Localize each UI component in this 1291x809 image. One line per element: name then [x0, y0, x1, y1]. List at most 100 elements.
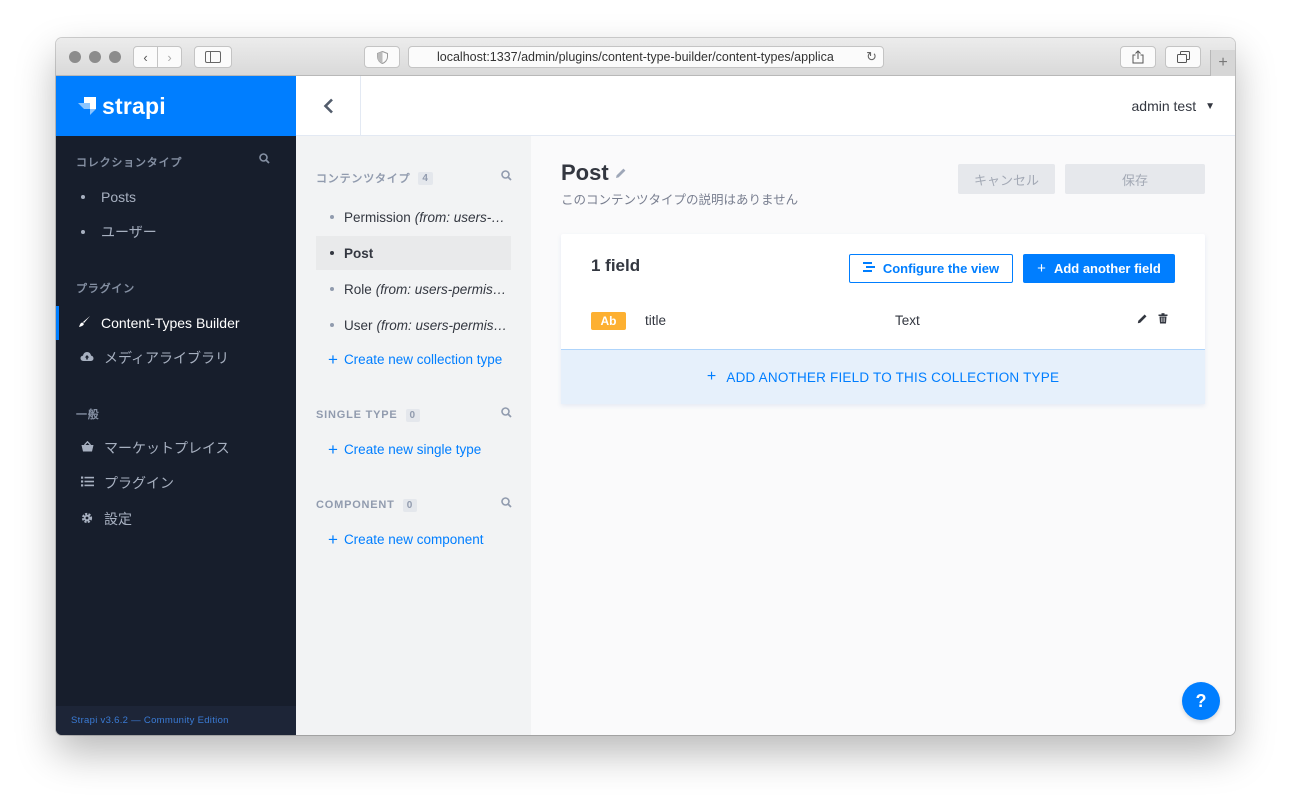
share-button[interactable]	[1120, 46, 1156, 68]
create-link-label: Create new component	[343, 531, 484, 547]
content-types-subnav: コンテンツタイプ 4 Permission (from: users-permi…	[296, 136, 531, 735]
bullet-icon	[330, 215, 334, 219]
nav-item-settings[interactable]: 設定	[56, 502, 296, 536]
bullet-icon	[330, 323, 334, 327]
nav-item-users[interactable]: ユーザー	[56, 215, 296, 249]
single-types-count-badge: 0	[405, 408, 420, 422]
search-icon[interactable]	[259, 153, 270, 167]
components-label: COMPONENT	[316, 499, 395, 511]
nav-item-label: 設定	[104, 511, 132, 527]
content-type-item-post[interactable]: Post	[316, 236, 511, 270]
create-collection-type-link[interactable]: + Create new collection type	[328, 349, 518, 369]
add-field-to-collection-button[interactable]: + ADD ANOTHER FIELD TO THIS COLLECTION T…	[561, 349, 1205, 404]
nav-item-plugins[interactable]: プラグイン	[56, 466, 296, 500]
show-tabs-button[interactable]	[1165, 46, 1201, 68]
content-type-name: Permission	[344, 209, 411, 225]
browser-window: ‹ › localhost:1337/admin/plugins/content…	[56, 38, 1235, 735]
add-another-field-button[interactable]: + Add another field	[1023, 254, 1175, 283]
minimize-window-button[interactable]	[89, 51, 101, 63]
plus-icon: +	[328, 349, 338, 369]
create-single-type-link[interactable]: + Create new single type	[328, 439, 518, 459]
browser-back-button[interactable]: ‹	[133, 46, 158, 68]
brand-header[interactable]: strapi	[56, 76, 296, 136]
gear-icon	[80, 512, 94, 527]
plus-icon: +	[706, 368, 717, 385]
version-footer: Strapi v3.6.2 — Community Edition	[56, 706, 296, 735]
search-icon[interactable]	[501, 170, 512, 184]
new-tab-button[interactable]: +	[1210, 50, 1235, 76]
table-row[interactable]: Ab title Text	[561, 304, 1205, 350]
close-window-button[interactable]	[69, 51, 81, 63]
general-label: 一般	[76, 409, 100, 421]
content-types-heading: コンテンツタイプ 4	[316, 170, 512, 186]
search-icon[interactable]	[501, 407, 512, 421]
brand-name: strapi	[102, 92, 166, 119]
help-button[interactable]: ?	[1182, 682, 1220, 720]
back-button[interactable]	[296, 76, 361, 136]
add-field-bar-label: ADD ANOTHER FIELD TO THIS COLLECTION TYP…	[726, 369, 1060, 385]
cancel-button[interactable]: キャンセル	[958, 164, 1055, 194]
single-types-label: SINGLE TYPE	[316, 409, 398, 421]
bullet-icon	[330, 251, 334, 255]
field-count-heading: 1 field	[591, 256, 641, 275]
content-type-item-role[interactable]: Role (from: users-permissions)	[316, 272, 511, 306]
search-icon[interactable]	[501, 497, 512, 511]
content-type-origin: (from: users-permissions)	[375, 281, 511, 297]
main-navigation: strapi コレクションタイプ Posts ユーザー プラグイン Conten…	[56, 76, 296, 735]
field-name: title	[645, 313, 667, 328]
browser-toolbar: ‹ › localhost:1337/admin/plugins/content…	[56, 38, 1235, 76]
pencil-icon[interactable]	[1137, 313, 1148, 327]
top-header: admin test ▼	[296, 76, 1235, 136]
nav-item-marketplace[interactable]: マーケットプレイス	[56, 431, 296, 465]
chevron-right-icon: ›	[167, 49, 172, 65]
reload-icon[interactable]: ↻	[866, 47, 877, 67]
browser-forward-button[interactable]: ›	[157, 46, 182, 68]
page-title: Post	[561, 160, 609, 185]
tabs-icon	[1176, 51, 1190, 63]
plugins-heading: プラグイン	[76, 280, 276, 296]
add-field-label: Add another field	[1053, 261, 1161, 276]
bullet-icon	[81, 195, 85, 199]
layout-icon	[862, 262, 875, 275]
user-name: admin test	[1131, 98, 1197, 114]
user-menu[interactable]: admin test ▼	[1132, 76, 1216, 136]
content-type-item-permission[interactable]: Permission (from: users-permissions)	[316, 200, 511, 234]
general-heading: 一般	[76, 406, 276, 422]
nav-item-posts[interactable]: Posts	[56, 180, 296, 214]
paintbrush-icon	[77, 315, 91, 331]
configure-view-button[interactable]: Configure the view	[849, 254, 1013, 283]
configure-view-label: Configure the view	[882, 261, 1000, 276]
text-field-type-icon: Ab	[591, 312, 626, 330]
browser-sidebar-button[interactable]	[194, 46, 232, 68]
nav-item-label: メディアライブラリ	[104, 350, 230, 366]
collection-types-heading: コレクションタイプ	[76, 153, 276, 170]
create-link-label: Create new single type	[343, 441, 482, 457]
pencil-icon[interactable]	[615, 167, 627, 182]
components-count-badge: 0	[402, 498, 418, 512]
trash-icon[interactable]	[1158, 313, 1168, 327]
single-types-heading: SINGLE TYPE 0	[316, 407, 512, 423]
content-type-name: User	[344, 317, 373, 333]
plugins-label: プラグイン	[76, 283, 135, 295]
share-icon	[1132, 50, 1144, 64]
bullet-icon	[330, 287, 334, 291]
address-bar[interactable]: localhost:1337/admin/plugins/content-typ…	[408, 46, 884, 68]
fields-card: 1 field Configure the view + Add another…	[561, 234, 1205, 404]
nav-item-label: Content-Types Builder	[101, 315, 240, 331]
save-button[interactable]: 保存	[1065, 164, 1205, 194]
components-heading: COMPONENT 0	[316, 497, 512, 513]
plus-icon: +	[1037, 260, 1046, 277]
content-type-item-user[interactable]: User (from: users-permissions)	[316, 308, 511, 342]
nav-item-label: ユーザー	[101, 224, 157, 240]
privacy-shield-button[interactable]	[364, 46, 400, 68]
nav-item-content-types-builder[interactable]: Content-Types Builder	[56, 306, 296, 340]
list-icon	[80, 476, 94, 490]
plus-icon: +	[328, 439, 338, 459]
zoom-window-button[interactable]	[109, 51, 121, 63]
nav-item-media-library[interactable]: メディアライブラリ	[56, 341, 296, 375]
create-link-label: Create new collection type	[343, 351, 503, 367]
content-type-name: Post	[344, 245, 374, 261]
create-component-link[interactable]: + Create new component	[328, 529, 518, 549]
content-type-editor: Post このコンテンツタイプの説明はありません キャンセル 保存 1 fiel…	[531, 136, 1235, 735]
strapi-admin: strapi コレクションタイプ Posts ユーザー プラグイン Conten…	[56, 76, 1235, 735]
